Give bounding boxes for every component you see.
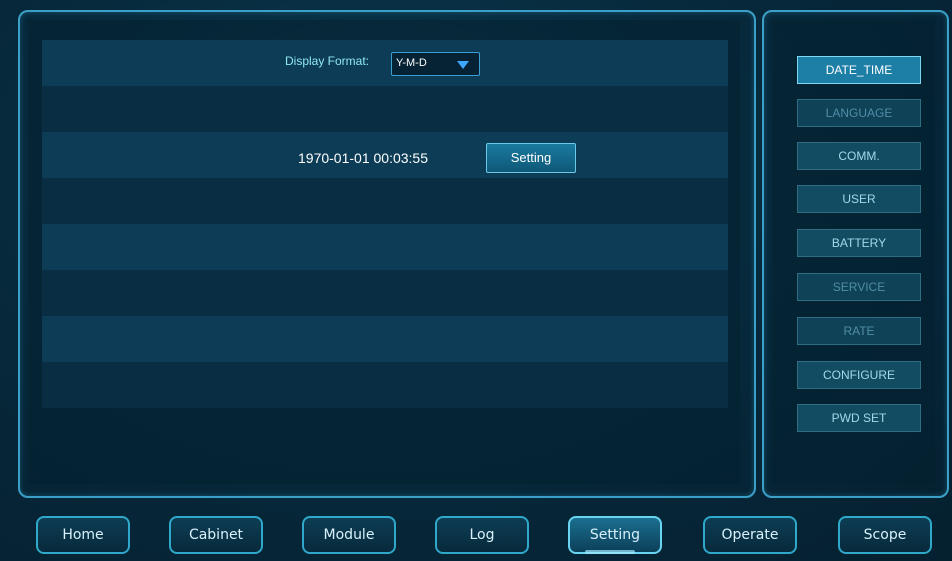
display-format-value: Y-M-D <box>396 57 427 69</box>
datetime-setting-button[interactable]: Setting <box>486 143 576 173</box>
row-empty <box>42 270 728 316</box>
row-empty <box>42 86 728 132</box>
nav-log[interactable]: Log <box>435 516 529 554</box>
active-tab-indicator <box>585 550 635 554</box>
row-empty <box>42 178 728 224</box>
nav-module[interactable]: Module <box>302 516 396 554</box>
sidebar-item-service[interactable]: SERVICE <box>797 273 921 301</box>
dropdown-arrow-icon <box>457 61 469 69</box>
nav-home[interactable]: Home <box>36 516 130 554</box>
nav-cabinet[interactable]: Cabinet <box>169 516 263 554</box>
sidebar-item-language[interactable]: LANGUAGE <box>797 99 921 127</box>
sidebar-item-battery[interactable]: BATTERY <box>797 229 921 257</box>
display-format-select[interactable]: Y-M-D <box>391 52 480 76</box>
current-datetime: 1970-01-01 00:03:55 <box>298 150 428 166</box>
sidebar-item-configure[interactable]: CONFIGURE <box>797 361 921 389</box>
sidebar-item-pwd-set[interactable]: PWD SET <box>797 404 921 432</box>
row-empty <box>42 316 728 362</box>
nav-scope[interactable]: Scope <box>838 516 932 554</box>
display-format-label: Display Format: <box>285 54 370 68</box>
sidebar-item-date-time[interactable]: DATE_TIME <box>797 56 921 84</box>
nav-operate[interactable]: Operate <box>703 516 797 554</box>
nav-setting[interactable]: Setting <box>568 516 662 554</box>
sidebar-item-rate[interactable]: RATE <box>797 317 921 345</box>
row-empty <box>42 362 728 408</box>
row-empty <box>42 224 728 270</box>
row-display-format <box>42 40 728 86</box>
sidebar-item-user[interactable]: USER <box>797 185 921 213</box>
sidebar-item-comm[interactable]: COMM. <box>797 142 921 170</box>
